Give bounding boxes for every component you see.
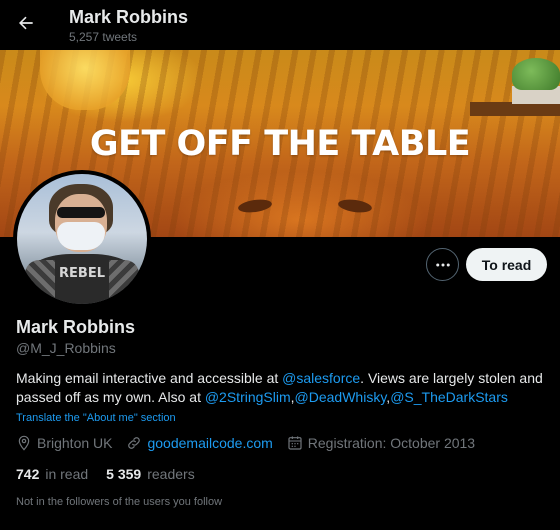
avatar-shirt-left xyxy=(25,260,55,304)
more-options-button[interactable] xyxy=(426,248,459,281)
tweet-count: 5,257 tweets xyxy=(69,30,138,44)
followers-you-know-note: Not in the followers of the users you fo… xyxy=(16,496,223,508)
translate-bio-link[interactable]: Translate the "About me" section xyxy=(16,412,176,424)
follow-button[interactable]: To read xyxy=(466,248,547,281)
location: Brighton UK xyxy=(16,435,112,451)
link-icon xyxy=(128,437,141,449)
followers-count: 5 359 xyxy=(106,466,142,482)
back-arrow-icon xyxy=(19,16,33,30)
more-icon xyxy=(435,263,450,266)
following-count: 742 xyxy=(16,466,40,482)
banner-plant xyxy=(512,58,560,90)
location-text: Brighton UK xyxy=(37,435,113,451)
mention-link[interactable]: @2StringSlim xyxy=(205,389,291,405)
join-date-text: Registration: October 2013 xyxy=(307,435,476,451)
bio-text: Making email interactive and accessible … xyxy=(16,370,283,386)
profile-name: Mark Robbins xyxy=(16,317,136,337)
following-label: in read xyxy=(45,466,89,482)
profile-bio: Making email interactive and accessible … xyxy=(16,369,546,407)
header-name: Mark Robbins xyxy=(69,7,189,27)
avatar-sunglasses xyxy=(57,207,105,218)
followers-label: readers xyxy=(147,466,195,482)
avatar-shirt-text: REBEL xyxy=(59,266,105,281)
avatar-shirt-right xyxy=(109,260,139,304)
top-bar: Mark Robbins 5,257 tweets xyxy=(0,0,560,50)
profile-handle: @M_J_Robbins xyxy=(16,340,116,356)
mention-link[interactable]: @DeadWhisky xyxy=(295,389,387,405)
website-link[interactable]: goodemailcode.com xyxy=(147,435,272,451)
location-pin-icon xyxy=(18,435,30,451)
avatar[interactable]: REBEL xyxy=(13,170,151,308)
banner-shelf xyxy=(470,102,560,116)
following-stat[interactable]: 742 in read xyxy=(16,466,88,482)
back-button[interactable] xyxy=(12,9,40,37)
website: goodemailcode.com xyxy=(126,435,273,451)
mention-link[interactable]: @S_TheDarkStars xyxy=(390,389,508,405)
profile-meta: Brighton UK goodemailcode.com Registrati… xyxy=(16,435,489,451)
profile-stats: 742 in read 5 359 readers xyxy=(16,466,213,482)
join-date: Registration: October 2013 xyxy=(287,435,475,451)
calendar-icon xyxy=(288,436,302,450)
mention-link[interactable]: @salesforce xyxy=(282,370,360,386)
followers-stat[interactable]: 5 359 readers xyxy=(106,466,195,482)
avatar-face-mask xyxy=(57,222,105,250)
banner-caption: GET OFF THE TABLE xyxy=(89,124,471,164)
avatar-photo: REBEL xyxy=(17,174,147,304)
